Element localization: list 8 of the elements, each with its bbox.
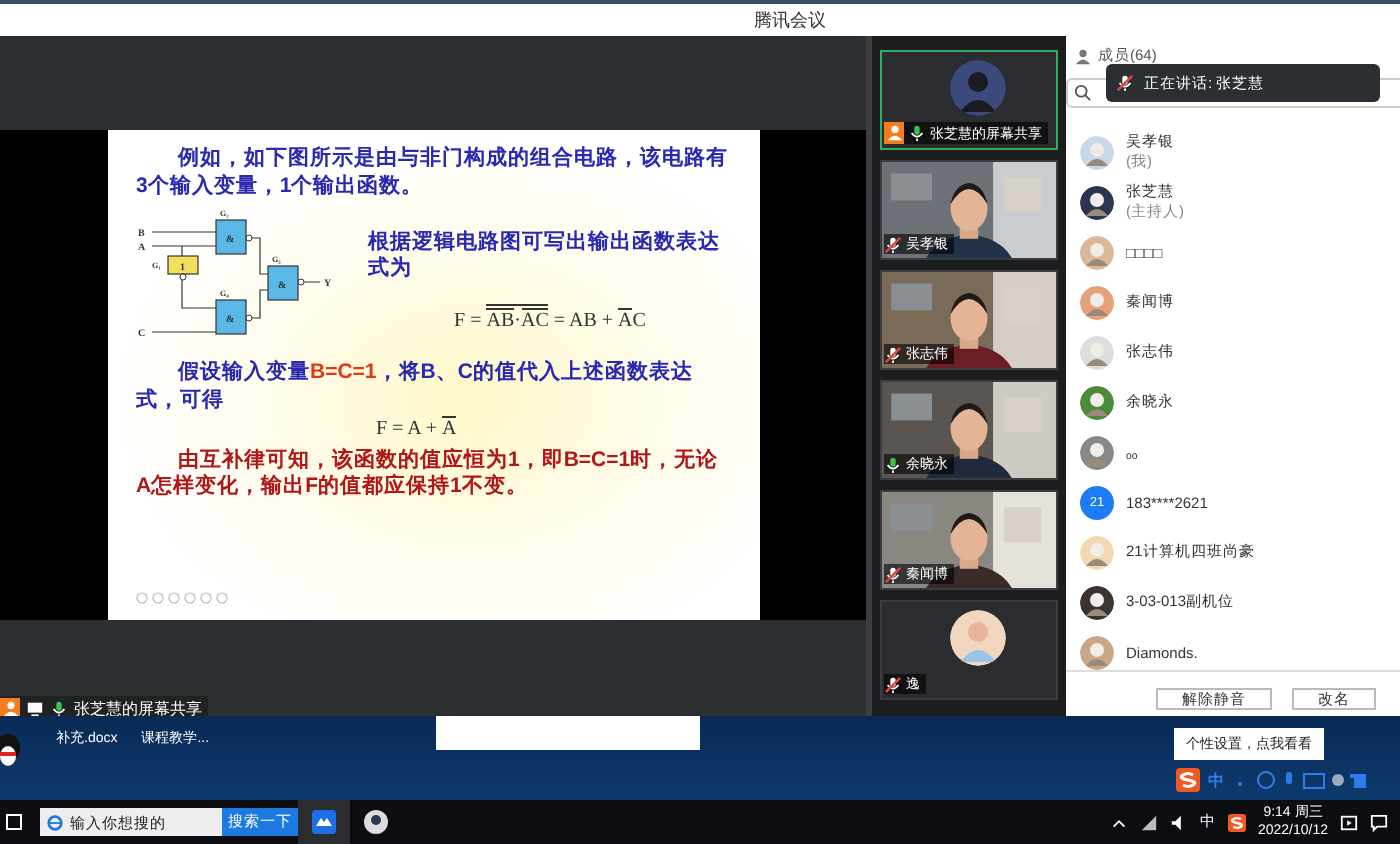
share-label: 张芝慧的屏幕共享	[74, 698, 202, 720]
window-title: 腾讯会议	[754, 7, 826, 33]
formula: F = A + A	[376, 417, 457, 440]
slide-text: 假设输入变量B=C=1，将B、C的值代入上述函数表达式，可得	[136, 360, 695, 416]
slide-text: 由互补律可知，该函数的值应恒为1，即B=C=1时，无论A怎样变化，输出F的值都应保持1不变。	[136, 447, 721, 502]
slide-text: 根据逻辑电路图可写出输出函数表达式为	[368, 229, 722, 284]
formula: F = AB·AC = AB + AC	[454, 303, 646, 332]
slide-text: 例如，如下图所示是由与非门构成的组合电路，该电路有3个输入变量，1个输出函数。	[136, 146, 730, 201]
